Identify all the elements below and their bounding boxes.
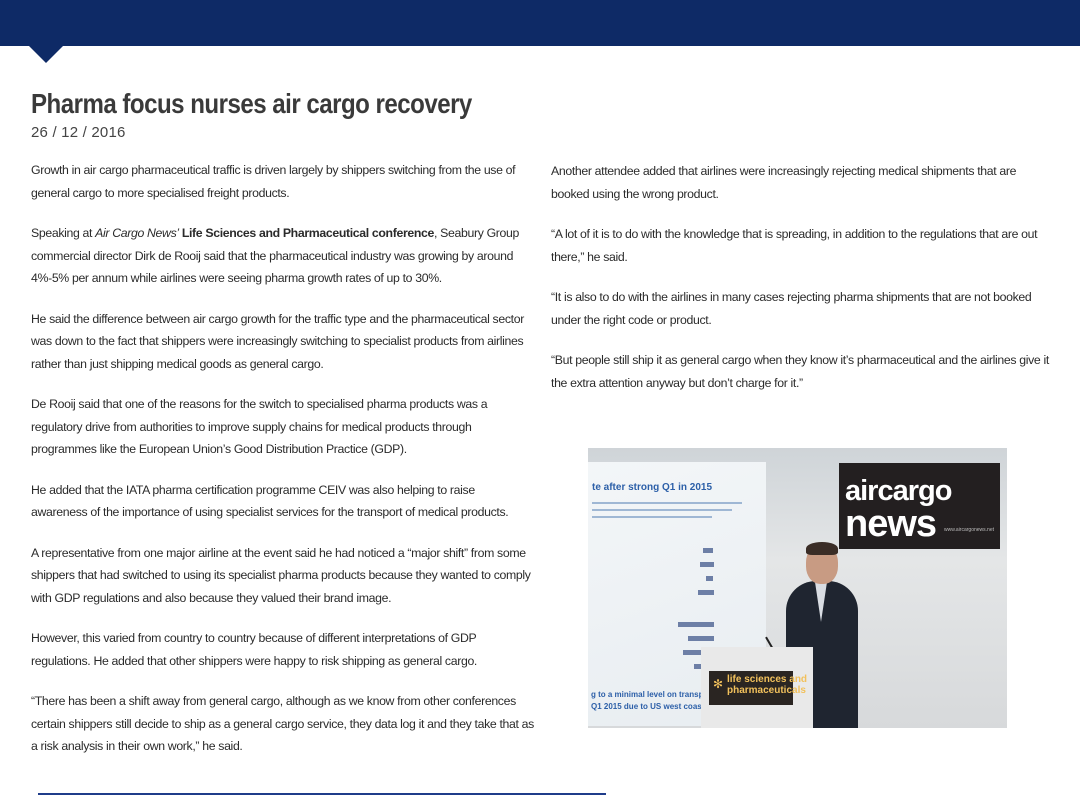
screen-title: te after strong Q1 in 2015 [592,482,713,493]
podium: ✻ life sciences and pharmaceuticals [701,647,813,728]
paragraph: “It is also to do with the airlines in m… [551,290,1032,327]
article-date: 26 / 12 / 2016 [31,124,126,141]
podium-text: pharmaceuticals [727,685,806,696]
article-body-left: Growth in air cargo pharmaceutical traff… [31,159,534,776]
bottom-divider [38,793,606,795]
paragraph: Growth in air cargo pharmaceutical traff… [31,163,516,200]
speaker-hair [806,542,838,555]
screen-chart-bar [678,622,714,627]
header-notch [29,46,63,63]
screen-text-line [592,509,732,511]
podium-text: life sciences and [727,674,808,685]
paragraph: However, this varied from country to cou… [31,631,478,668]
header-bar [0,0,1080,46]
screen-chart-bar [698,590,714,595]
paragraph: Speaking at Air Cargo News’ Life Science… [31,222,534,290]
screen-text-line [592,516,712,518]
paragraph-text: Speaking at [31,226,96,240]
screen-text-line [592,502,742,504]
screen-chart-bar [703,548,713,553]
paragraph: He added that the IATA pharma certificat… [31,482,509,520]
conference-photo: te after strong Q1 in 2015 g to a minima… [588,448,1007,728]
publication-name: Air Cargo News’ [95,226,179,240]
paragraph: De Rooij said that one of the reasons fo… [31,397,488,456]
screen-chart-bar [700,562,714,567]
logo-text: news [845,503,937,545]
paragraph: “There has been a shift away from genera… [31,694,534,753]
paragraph: A representative from one major airline … [31,545,531,605]
molecule-icon: ✻ [713,677,724,691]
paragraph: He said the difference between air cargo… [31,311,524,371]
conference-name: Life Sciences and Pharmaceutical confere… [178,226,435,240]
paragraph: Another attendee added that airlines wer… [551,164,1017,201]
article-body-right: Another attendee added that airlines wer… [551,160,1051,412]
paragraph: “But people still ship it as general car… [551,353,1049,390]
logo-url: www.aircargonews.net [943,527,994,533]
screen-chart-bar [688,636,714,641]
aircargo-news-sign: aircargo news www.aircargonews.net [839,463,1000,549]
podium-label: ✻ life sciences and pharmaceuticals [709,671,807,705]
paragraph: “A lot of it is to do with the knowledge… [551,227,1038,264]
article-title: Pharma focus nurses air cargo recovery [31,88,472,119]
screen-chart-bar [706,576,713,581]
